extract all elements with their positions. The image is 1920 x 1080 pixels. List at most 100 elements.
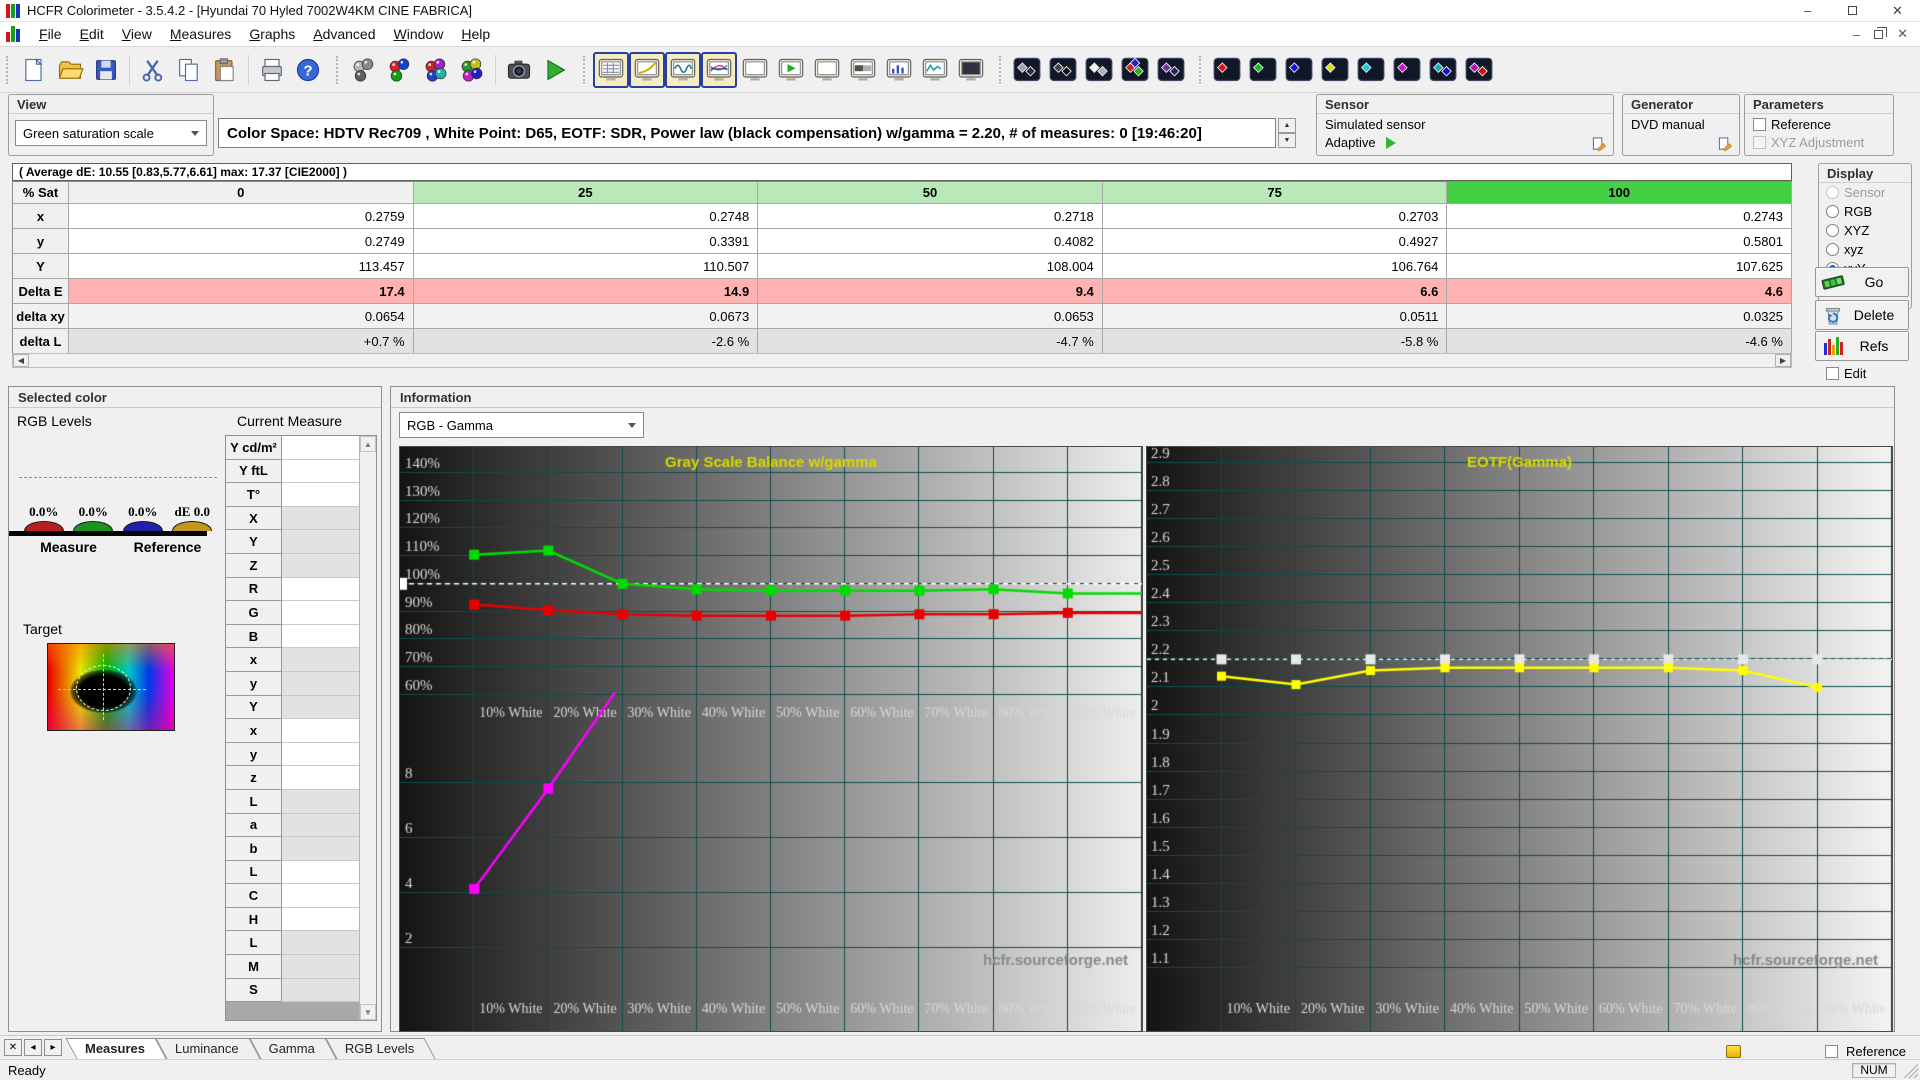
cut-icon[interactable] xyxy=(135,52,171,88)
ramp-view-icon[interactable] xyxy=(845,52,881,88)
mdi-close-button[interactable]: ✕ xyxy=(1897,26,1908,42)
radio-button-icon[interactable] xyxy=(1826,205,1839,218)
scroll-left-icon[interactable]: ◀ xyxy=(13,354,29,367)
table-cell[interactable]: 4.6 xyxy=(1447,279,1792,304)
sensor-run-icon[interactable] xyxy=(1385,136,1396,149)
menu-graphs[interactable]: Graphs xyxy=(240,23,304,45)
measure-cyan-icon[interactable] xyxy=(1353,52,1389,88)
table-cell[interactable]: 0.0653 xyxy=(758,304,1103,329)
tab-gamma[interactable]: Gamma xyxy=(255,1038,331,1059)
spin-down-button[interactable]: ▼ xyxy=(1278,133,1296,148)
menu-edit[interactable]: Edit xyxy=(71,23,113,45)
free-measure-icon[interactable] xyxy=(346,52,382,88)
table-cell[interactable]: +0.7 % xyxy=(69,329,414,354)
print-icon[interactable] xyxy=(254,52,290,88)
table-cell[interactable]: 0.4082 xyxy=(758,229,1103,254)
maximize-button[interactable] xyxy=(1830,0,1875,22)
measure-red-icon[interactable] xyxy=(1209,52,1245,88)
table-cell[interactable]: 0.0654 xyxy=(69,304,414,329)
measure-saturations-icon[interactable] xyxy=(1117,52,1153,88)
gamma-view-icon[interactable] xyxy=(665,51,701,88)
table-cell[interactable]: 0.2759 xyxy=(69,204,414,229)
display-option-XYZ[interactable]: XYZ xyxy=(1819,221,1911,240)
table-cell[interactable]: 9.4 xyxy=(758,279,1103,304)
grayscale-balance-chart[interactable] xyxy=(400,447,1142,1031)
radio-button-icon[interactable] xyxy=(1826,243,1839,256)
menu-view[interactable]: View xyxy=(113,23,161,45)
measure-primaries-icon[interactable] xyxy=(1425,52,1461,88)
spin-up-button[interactable]: ▲ xyxy=(1278,118,1296,133)
measure-grayscale-icon[interactable] xyxy=(1009,52,1045,88)
view-selector[interactable]: Green saturation scale xyxy=(15,120,207,146)
table-cell[interactable]: 0.0673 xyxy=(413,304,759,329)
table-cell[interactable]: 0.0325 xyxy=(1447,304,1792,329)
table-column-header[interactable]: 50 xyxy=(758,182,1103,204)
table-cell[interactable]: 0.0511 xyxy=(1102,304,1448,329)
menu-file[interactable]: File xyxy=(30,23,71,45)
measure-near-white-icon[interactable] xyxy=(1081,52,1117,88)
menu-window[interactable]: Window xyxy=(385,23,453,45)
table-column-header[interactable]: 25 xyxy=(413,182,759,204)
eotf-gamma-chart[interactable] xyxy=(1147,447,1892,1031)
go-button[interactable]: Go xyxy=(1815,267,1909,297)
measure-green-icon[interactable] xyxy=(1245,52,1281,88)
tab-measures[interactable]: Measures xyxy=(71,1038,161,1059)
generator-configure-icon[interactable] xyxy=(1717,137,1733,152)
table-cell[interactable]: -4.7 % xyxy=(758,329,1103,354)
display-option-xyz[interactable]: xyz xyxy=(1819,240,1911,259)
table-column-header[interactable]: 100 xyxy=(1447,182,1792,204)
table-cell[interactable]: 106.764 xyxy=(1102,254,1448,279)
rgb-measure-icon[interactable] xyxy=(382,52,418,88)
table-cell[interactable]: -4.6 % xyxy=(1447,329,1792,354)
tab-close-button[interactable]: ✕ xyxy=(4,1039,22,1056)
mdi-document-icon[interactable] xyxy=(6,26,22,42)
menu-advanced[interactable]: Advanced xyxy=(304,23,384,45)
delete-button[interactable]: Delete xyxy=(1815,300,1909,330)
table-cell[interactable]: 0.2718 xyxy=(758,204,1103,229)
waveform-view-icon[interactable] xyxy=(917,52,953,88)
table-cell[interactable]: 107.625 xyxy=(1447,254,1792,279)
mdi-restore-button[interactable] xyxy=(1874,26,1888,39)
snapshot-camera-icon[interactable] xyxy=(501,52,537,88)
table-cell[interactable]: 0.2743 xyxy=(1447,204,1792,229)
display-option-RGB[interactable]: RGB xyxy=(1819,202,1911,221)
edit-checkbox[interactable] xyxy=(1826,367,1839,380)
reference-checkbox[interactable] xyxy=(1753,118,1766,131)
sensor-configure-icon[interactable] xyxy=(1591,137,1607,152)
table-cell[interactable]: 0.2703 xyxy=(1102,204,1448,229)
table-cell[interactable]: 110.507 xyxy=(413,254,759,279)
current-measure-scrollbar[interactable]: ▲ ▼ xyxy=(359,436,376,1020)
save-file-icon[interactable] xyxy=(88,52,124,88)
monitor-view-icon[interactable] xyxy=(809,52,845,88)
measure-secondaries-icon[interactable] xyxy=(1461,52,1497,88)
table-cell[interactable]: 17.4 xyxy=(69,279,414,304)
table-cell[interactable]: 6.6 xyxy=(1102,279,1448,304)
table-cell[interactable]: 0.4927 xyxy=(1102,229,1448,254)
saturation-measure-icon[interactable] xyxy=(454,52,490,88)
toolbar-drag-handle[interactable] xyxy=(999,55,1003,84)
histogram-view-icon[interactable] xyxy=(881,52,917,88)
table-cell[interactable]: -2.6 % xyxy=(413,329,759,354)
rgb-levels-view-icon[interactable] xyxy=(701,51,737,88)
table-cell[interactable]: 0.3391 xyxy=(413,229,759,254)
measure-magenta-icon[interactable] xyxy=(1389,52,1425,88)
scroll-right-icon[interactable]: ▶ xyxy=(1775,354,1791,367)
menu-measures[interactable]: Measures xyxy=(161,23,240,45)
copy-icon[interactable] xyxy=(171,52,207,88)
bottom-reference-checkbox[interactable] xyxy=(1825,1045,1839,1058)
color-measure-icon[interactable] xyxy=(418,52,454,88)
measure-blue-icon[interactable] xyxy=(1281,52,1317,88)
tab-next-button[interactable]: ▸ xyxy=(44,1039,62,1056)
new-file-icon[interactable] xyxy=(16,52,52,88)
table-cell[interactable]: 0.2749 xyxy=(69,229,414,254)
tab-luminance[interactable]: Luminance xyxy=(161,1038,255,1059)
table-cell[interactable]: 113.457 xyxy=(69,254,414,279)
scroll-up-icon[interactable]: ▲ xyxy=(360,436,376,452)
close-button[interactable]: ✕ xyxy=(1875,0,1920,22)
refs-button[interactable]: Refs xyxy=(1815,331,1909,361)
help-icon[interactable]: ? xyxy=(290,52,326,88)
table-column-header[interactable]: 75 xyxy=(1102,182,1448,204)
table-column-header[interactable]: 0 xyxy=(69,182,414,204)
table-cell[interactable]: 108.004 xyxy=(758,254,1103,279)
saturation-measures-table[interactable]: % Sat 0 25 50 75 100 x 0.2759 0.2748 0.2718 0.2703… xyxy=(12,181,1792,354)
